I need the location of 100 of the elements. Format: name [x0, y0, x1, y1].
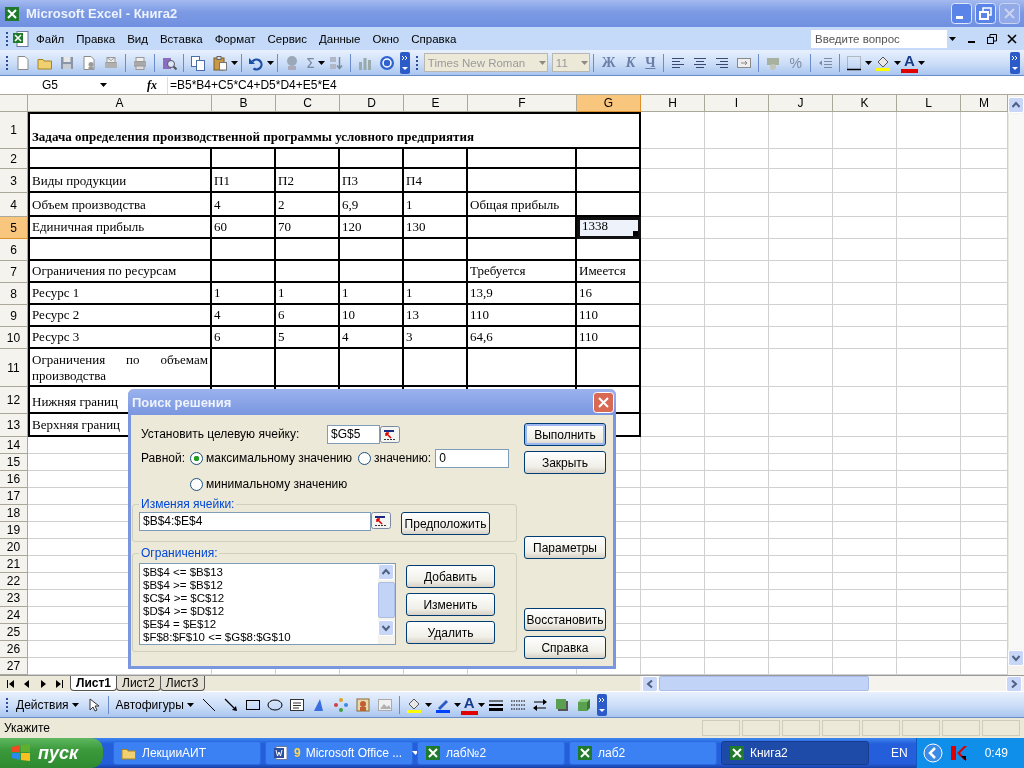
- dialog-button[interactable]: Справка: [524, 636, 606, 659]
- caret-icon[interactable]: [231, 60, 238, 65]
- help-icon[interactable]: [378, 54, 395, 71]
- collapse-dialog-icon[interactable]: [380, 425, 400, 443]
- sheet-cell[interactable]: 6,9: [340, 193, 404, 217]
- document-user-icon[interactable]: [81, 54, 97, 71]
- sheet-cell[interactable]: 1338: [577, 217, 641, 239]
- sheet-cell[interactable]: [404, 261, 468, 283]
- sheet-cell[interactable]: [577, 169, 641, 193]
- change-button[interactable]: Изменить: [406, 593, 495, 616]
- dialog-button[interactable]: Параметры: [524, 536, 606, 559]
- formula-field[interactable]: =B5*B4+C5*C4+D5*D4+E5*E4: [167, 76, 1024, 94]
- line-icon[interactable]: [200, 696, 217, 713]
- printer-icon[interactable]: [132, 54, 148, 71]
- menu-item[interactable]: Правка: [70, 30, 122, 47]
- actions-menu-button[interactable]: Действия: [12, 694, 83, 715]
- column-header[interactable]: K: [833, 95, 897, 112]
- select-all-corner[interactable]: [0, 95, 28, 112]
- copy-icon[interactable]: [190, 54, 206, 71]
- sheet-cell[interactable]: Ресурс 3: [28, 327, 212, 349]
- row-header[interactable]: 26: [0, 641, 28, 658]
- sheet-cell[interactable]: Ограничения по ресурсам: [28, 261, 212, 283]
- row-header[interactable]: 16: [0, 471, 28, 488]
- column-header[interactable]: L: [897, 95, 961, 112]
- scrollbar-thumb[interactable]: [659, 676, 869, 691]
- toolbar-grip-icon[interactable]: [414, 53, 419, 72]
- sheet-cell[interactable]: 4: [212, 305, 276, 327]
- sheet-cell[interactable]: 10: [340, 305, 404, 327]
- sheet-cell[interactable]: [212, 349, 276, 387]
- sheet-cell[interactable]: Требуется: [468, 261, 577, 283]
- sheet-cell[interactable]: [276, 349, 340, 387]
- sheet-cell[interactable]: Виды продукции: [28, 169, 212, 193]
- oval-icon[interactable]: [266, 696, 283, 713]
- sheet-cell[interactable]: 6: [276, 305, 340, 327]
- sheet-cell[interactable]: [340, 239, 404, 261]
- row-header[interactable]: 2: [0, 149, 28, 169]
- sheet-cell[interactable]: [276, 261, 340, 283]
- caret-icon[interactable]: [453, 702, 461, 707]
- sheet-cell[interactable]: 70: [276, 217, 340, 239]
- row-header[interactable]: 6: [0, 239, 28, 261]
- tray-app-icon[interactable]: [948, 744, 967, 762]
- sheet-cell[interactable]: [212, 261, 276, 283]
- radio-button[interactable]: [190, 477, 203, 491]
- caret-icon[interactable]: [949, 36, 956, 41]
- row-header[interactable]: 24: [0, 607, 28, 624]
- taskbar-button[interactable]: Книга2: [721, 741, 869, 765]
- sheet-cell[interactable]: 16: [577, 283, 641, 305]
- row-header[interactable]: 23: [0, 590, 28, 607]
- clip-art-icon[interactable]: [354, 696, 371, 713]
- sheet-cell[interactable]: 1: [276, 283, 340, 305]
- sheet-tab[interactable]: Лист1: [70, 676, 118, 691]
- column-header[interactable]: M: [961, 95, 1008, 112]
- menu-item[interactable]: Справка: [405, 30, 463, 47]
- sheet-cell[interactable]: [468, 349, 577, 387]
- row-header[interactable]: 25: [0, 624, 28, 641]
- toolbar-options-icon[interactable]: [596, 693, 607, 716]
- fill-bucket-icon[interactable]: [405, 696, 422, 713]
- caret-icon[interactable]: [267, 60, 274, 65]
- name-box[interactable]: G5: [0, 76, 100, 94]
- toolbar-options-icon[interactable]: [1010, 51, 1020, 74]
- sheet-cell[interactable]: 3: [404, 327, 468, 349]
- row-header[interactable]: 5: [0, 217, 28, 239]
- toolbar-options-icon[interactable]: [399, 51, 410, 74]
- column-header[interactable]: B: [212, 95, 276, 112]
- sheet-cell[interactable]: 110: [577, 327, 641, 349]
- sheet-cell[interactable]: 5: [276, 327, 340, 349]
- sheet-cell[interactable]: [212, 239, 276, 261]
- row-header[interactable]: 3: [0, 169, 28, 193]
- dialog-button[interactable]: Восстановить: [524, 608, 606, 631]
- language-indicator[interactable]: EN: [890, 746, 908, 760]
- sheet-cell[interactable]: [212, 149, 276, 169]
- font-color-button[interactable]: A: [900, 52, 918, 73]
- help-question-field[interactable]: Введите вопрос: [811, 29, 947, 48]
- row-header[interactable]: 7: [0, 261, 28, 283]
- cube-icon[interactable]: [575, 696, 592, 713]
- sheet-cell[interactable]: П4: [404, 169, 468, 193]
- column-header[interactable]: G: [577, 95, 641, 112]
- scroll-down-icon[interactable]: [378, 620, 394, 636]
- font-color-button[interactable]: A: [460, 694, 478, 715]
- row-header[interactable]: 4: [0, 193, 28, 217]
- menu-item[interactable]: Вставка: [153, 30, 209, 47]
- arrow-style-icon[interactable]: [531, 696, 548, 713]
- sheet-cell[interactable]: П1: [212, 169, 276, 193]
- row-header[interactable]: 20: [0, 539, 28, 556]
- list-item[interactable]: $B$4 >= $B$12: [143, 579, 375, 592]
- row-header[interactable]: 15: [0, 454, 28, 471]
- list-item[interactable]: $E$4 = $E$12: [143, 618, 375, 631]
- row-header[interactable]: 8: [0, 283, 28, 305]
- scroll-up-icon[interactable]: [1008, 97, 1024, 113]
- caret-icon[interactable]: [424, 702, 432, 707]
- sheet-cell[interactable]: 2: [276, 193, 340, 217]
- sheet-cell[interactable]: 110: [468, 305, 577, 327]
- caret-icon[interactable]: [477, 702, 485, 707]
- close-icon[interactable]: [1006, 32, 1018, 45]
- add-button[interactable]: Добавить: [406, 565, 495, 588]
- sheet-cell[interactable]: 13: [404, 305, 468, 327]
- circle-diagram-icon[interactable]: [332, 696, 349, 713]
- arrow-circle-icon[interactable]: [922, 743, 943, 763]
- sheet-cell[interactable]: 120: [340, 217, 404, 239]
- caret-icon[interactable]: [917, 60, 925, 65]
